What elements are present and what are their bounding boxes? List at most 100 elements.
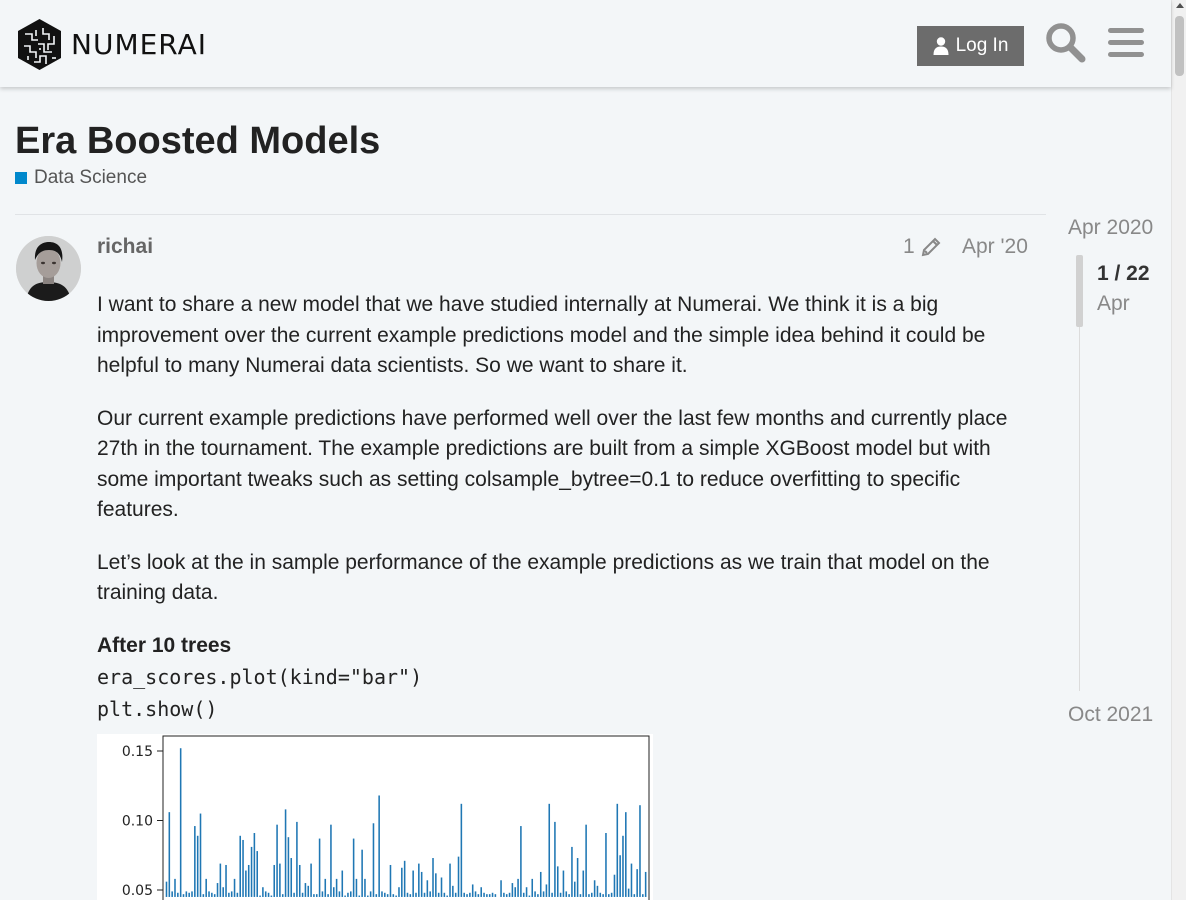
timeline-start-date[interactable]: Apr 2020	[1068, 216, 1153, 240]
logo-text: NUMERAI	[71, 28, 208, 61]
chart-bar	[406, 892, 409, 897]
chart-bar	[313, 894, 315, 897]
topic-title[interactable]: Era Boosted Models	[15, 120, 380, 163]
chart-bar	[191, 891, 193, 897]
chart-bar	[539, 871, 542, 897]
chart-bar	[608, 894, 610, 897]
chart-bar	[636, 869, 638, 897]
chart-bar	[435, 873, 437, 897]
chart-bar	[440, 877, 443, 897]
chart-bar	[423, 892, 426, 897]
chart-bar	[491, 892, 494, 897]
chart-bar	[454, 892, 457, 897]
chart-bar	[276, 824, 278, 897]
chart-bar	[355, 878, 358, 897]
chart-bar	[505, 894, 508, 897]
avatar[interactable]	[16, 236, 81, 301]
page-scrollbar[interactable]	[1171, 0, 1186, 900]
timeline-end-date[interactable]: Oct 2021	[1068, 703, 1153, 727]
y-tick-label: 0.15	[122, 744, 153, 760]
chart-bar	[551, 892, 553, 897]
chart-bar	[537, 894, 539, 897]
chart-bar	[401, 867, 403, 897]
chart-bar	[613, 874, 616, 897]
chart-bar	[335, 878, 338, 897]
chart-bar	[426, 880, 429, 897]
post-paragraph: Our current example predictions have per…	[97, 406, 1008, 522]
chart-bar	[171, 891, 173, 897]
era-scores-plot[interactable]: 0.15 0.10 0.05	[97, 734, 653, 900]
chart-bar	[599, 892, 602, 897]
chart-bar	[642, 894, 644, 897]
chart-bar	[639, 805, 641, 897]
chart-bar	[500, 880, 502, 897]
post-paragraph: Let’s look at the in sample performance …	[97, 550, 990, 605]
chart-bar	[165, 881, 168, 897]
chart-bar	[233, 878, 236, 897]
hamburger-menu-button[interactable]	[1104, 20, 1148, 64]
search-icon	[1046, 23, 1086, 63]
chart-bar	[554, 821, 556, 897]
chart-bar	[245, 870, 247, 897]
code-line: plt.show()	[97, 697, 218, 721]
chart-bar	[259, 895, 261, 897]
chart-bar	[610, 892, 613, 897]
chart-bar	[565, 891, 568, 897]
timeline-position: 1 / 22	[1097, 262, 1150, 285]
chart-bar	[429, 891, 431, 897]
chart-bar	[415, 892, 417, 897]
chart-bar	[199, 813, 202, 897]
numerai-logo[interactable]: NUMERAI	[16, 18, 207, 71]
post-date[interactable]: Apr '20	[962, 235, 1028, 259]
chart-bar	[562, 870, 565, 897]
chart-bar	[457, 856, 460, 897]
chart-bar	[327, 894, 329, 897]
chart-bar	[548, 803, 551, 897]
chart-bar	[525, 887, 528, 897]
timeline-handle[interactable]	[1076, 255, 1083, 327]
chart-bar	[230, 891, 233, 897]
chart-bar	[480, 887, 482, 897]
chart-bar	[403, 860, 406, 897]
chart-bar	[185, 891, 188, 897]
chart-bar	[350, 891, 352, 897]
chart-bar	[605, 833, 607, 897]
chart-bar	[341, 870, 344, 897]
chart-bar	[522, 892, 525, 897]
chart-bar	[298, 864, 301, 897]
chart-bar	[290, 858, 293, 897]
chart-bar	[256, 851, 258, 897]
scrollbar-thumb[interactable]	[1175, 16, 1184, 76]
chart-bar	[389, 864, 392, 897]
chart-bar	[281, 894, 284, 897]
category-color-swatch	[15, 172, 27, 184]
login-label: Log In	[955, 35, 1009, 56]
chart-bar	[174, 878, 176, 897]
chart-bar	[284, 809, 287, 897]
chart-bar	[318, 838, 321, 897]
edit-history-button[interactable]: 1	[903, 235, 942, 259]
chart-bar	[596, 885, 599, 897]
chart-bar	[494, 894, 497, 897]
chart-bar	[384, 892, 386, 897]
chart-bar	[588, 894, 590, 897]
chart-bar	[247, 864, 250, 897]
chart-bar	[520, 826, 522, 897]
plot-frame	[162, 735, 650, 900]
chart-bar	[177, 892, 179, 897]
chart-bar	[477, 894, 480, 897]
chart-bar	[358, 895, 361, 897]
search-button[interactable]	[1043, 20, 1087, 64]
chart-bar	[591, 892, 593, 897]
numerai-logo-icon	[18, 19, 61, 70]
chart-bar	[511, 883, 514, 897]
scroll-up-arrow-icon[interactable]	[1176, 3, 1184, 8]
post-username[interactable]: richai	[97, 235, 153, 259]
chart-bar	[321, 891, 324, 897]
login-button[interactable]: Log In	[917, 26, 1024, 66]
chart-bar	[375, 894, 378, 897]
chart-bar	[262, 887, 264, 897]
chart-bar	[338, 891, 341, 897]
chart-bar	[332, 887, 335, 897]
category-badge[interactable]: Data Science	[15, 167, 147, 189]
